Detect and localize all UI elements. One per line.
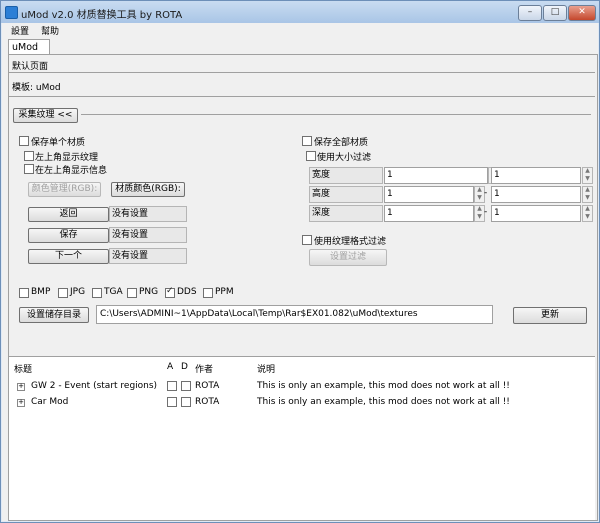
save-key-field[interactable]: 没有设置 xyxy=(109,227,187,243)
column-d[interactable]: D xyxy=(181,362,188,372)
width-min-input[interactable]: 1 xyxy=(384,167,488,184)
tga-checkbox[interactable] xyxy=(92,288,102,298)
depth-min-input[interactable]: 1 xyxy=(384,205,474,222)
depth-max-input[interactable]: 1 xyxy=(491,205,581,222)
depth-label: 深度 xyxy=(309,205,383,222)
height-label: 高度 xyxy=(309,186,383,203)
format-filter-label: 使用纹理格式过滤 xyxy=(314,237,387,247)
tab-panel: 默认页面 模板: uMod 采集纹理 << 保存单个材质 左上角显示纹理 在左上… xyxy=(8,54,598,521)
a-checkbox[interactable] xyxy=(167,397,177,407)
menu-bar: 設置 幫助 xyxy=(2,23,598,37)
width-max-input[interactable]: 1 xyxy=(491,167,581,184)
mod-list: 标题 A D 作者 说明 + GW 2 - Event (start regio… xyxy=(9,356,595,520)
jpg-checkbox[interactable] xyxy=(58,288,68,298)
size-filter-label: 使用大小过滤 xyxy=(317,153,372,163)
back-key-field[interactable]: 没有设置 xyxy=(109,206,187,222)
section-separator xyxy=(81,114,591,115)
d-checkbox[interactable] xyxy=(181,381,191,391)
png-checkbox[interactable] xyxy=(127,288,137,298)
show-info-label: 在左上角显示信息 xyxy=(35,166,108,176)
height-max-input[interactable]: 1 xyxy=(491,186,581,203)
app-icon xyxy=(5,6,18,19)
bmp-checkbox[interactable] xyxy=(19,288,29,298)
menu-help[interactable]: 幫助 xyxy=(41,24,59,37)
mod-author: ROTA xyxy=(195,381,220,391)
width-max-spinner[interactable]: ▲ ▼ xyxy=(582,167,593,184)
dds-checkbox[interactable] xyxy=(165,286,175,298)
show-string-label: 左上角显示纹理 xyxy=(35,153,99,163)
png-label: PNG xyxy=(139,287,159,297)
set-save-directory-button[interactable]: 设置储存目录 xyxy=(19,307,89,323)
depth-max-spinner[interactable]: ▲ ▼ xyxy=(582,205,593,222)
mod-description: This is only an example, this mod does n… xyxy=(257,381,510,391)
tga-label: TGA xyxy=(104,287,123,297)
minimize-button[interactable]: – xyxy=(518,5,542,21)
depth-dash: - xyxy=(484,207,488,217)
next-key-field[interactable]: 没有设置 xyxy=(109,248,187,264)
mod-author: ROTA xyxy=(195,397,220,407)
tab-umod[interactable]: uMod xyxy=(8,39,50,55)
set-filter-button[interactable]: 设置过滤 xyxy=(309,249,387,266)
color-management-button[interactable]: 颜色管理(RGB): xyxy=(28,182,101,197)
jpg-label: JPG xyxy=(70,287,86,297)
spin-down-icon[interactable]: ▼ xyxy=(475,213,484,222)
save-path-field[interactable]: C:\Users\ADMINI~1\AppData\Local\Temp\Rar… xyxy=(96,305,493,324)
show-info-checkbox[interactable] xyxy=(24,164,34,174)
save-button[interactable]: 保存 xyxy=(28,228,109,243)
mod-description: This is only an example, this mod does n… xyxy=(257,397,510,407)
height-min-input[interactable]: 1 xyxy=(384,186,474,203)
format-filter-checkbox[interactable] xyxy=(302,235,312,245)
expand-icon[interactable]: + xyxy=(17,383,25,391)
spin-down-icon[interactable]: ▼ xyxy=(583,213,592,222)
back-button[interactable]: 返回 xyxy=(28,207,109,222)
column-a[interactable]: A xyxy=(167,362,173,372)
column-title[interactable]: 标题 xyxy=(14,362,32,375)
height-max-spinner[interactable]: ▲ ▼ xyxy=(582,186,593,203)
maximize-button[interactable]: □ xyxy=(543,5,567,21)
default-page-label: 默认页面 xyxy=(12,62,49,72)
save-single-label: 保存单个材质 xyxy=(31,138,86,148)
close-button[interactable]: ✕ xyxy=(568,5,596,21)
save-all-label: 保存全部材质 xyxy=(314,138,369,148)
height-dash: - xyxy=(484,188,488,198)
show-string-checkbox[interactable] xyxy=(24,151,34,161)
next-button[interactable]: 下一个 xyxy=(28,249,109,264)
spin-down-icon[interactable]: ▼ xyxy=(475,194,484,203)
dds-label: DDS xyxy=(177,287,197,297)
divider xyxy=(9,72,595,73)
update-button[interactable]: 更新 xyxy=(513,307,587,324)
template-label: 模板: uMod xyxy=(12,83,61,93)
mod-title: GW 2 - Event (start regions) xyxy=(31,381,158,391)
spin-down-icon[interactable]: ▼ xyxy=(583,175,592,184)
client-area: uMod 默认页面 模板: uMod 采集纹理 << 保存单个材质 左上角显示纹… xyxy=(2,37,598,521)
collect-textures-button[interactable]: 采集纹理 << xyxy=(13,108,78,123)
window-title: uMod v2.0 材质替换工具 by ROTA xyxy=(21,10,183,21)
save-single-checkbox[interactable] xyxy=(19,136,29,146)
width-label: 宽度 xyxy=(309,167,383,184)
spin-down-icon[interactable]: ▼ xyxy=(583,194,592,203)
material-color-button[interactable]: 材质颜色(RGB): xyxy=(111,182,185,197)
app-window: uMod v2.0 材质替换工具 by ROTA – □ ✕ 設置 幫助 uMo… xyxy=(0,0,600,523)
ppm-label: PPM xyxy=(215,287,234,297)
size-filter-checkbox[interactable] xyxy=(306,151,316,161)
title-bar[interactable]: uMod v2.0 材质替换工具 by ROTA – □ ✕ xyxy=(1,1,599,23)
divider xyxy=(9,96,595,97)
menu-settings[interactable]: 設置 xyxy=(11,24,29,37)
expand-icon[interactable]: + xyxy=(17,399,25,407)
mod-title: Car Mod xyxy=(31,397,69,407)
d-checkbox[interactable] xyxy=(181,397,191,407)
column-description[interactable]: 说明 xyxy=(257,362,275,375)
a-checkbox[interactable] xyxy=(167,381,177,391)
ppm-checkbox[interactable] xyxy=(203,288,213,298)
column-author[interactable]: 作者 xyxy=(195,362,213,375)
bmp-label: BMP xyxy=(31,287,51,297)
save-all-checkbox[interactable] xyxy=(302,136,312,146)
